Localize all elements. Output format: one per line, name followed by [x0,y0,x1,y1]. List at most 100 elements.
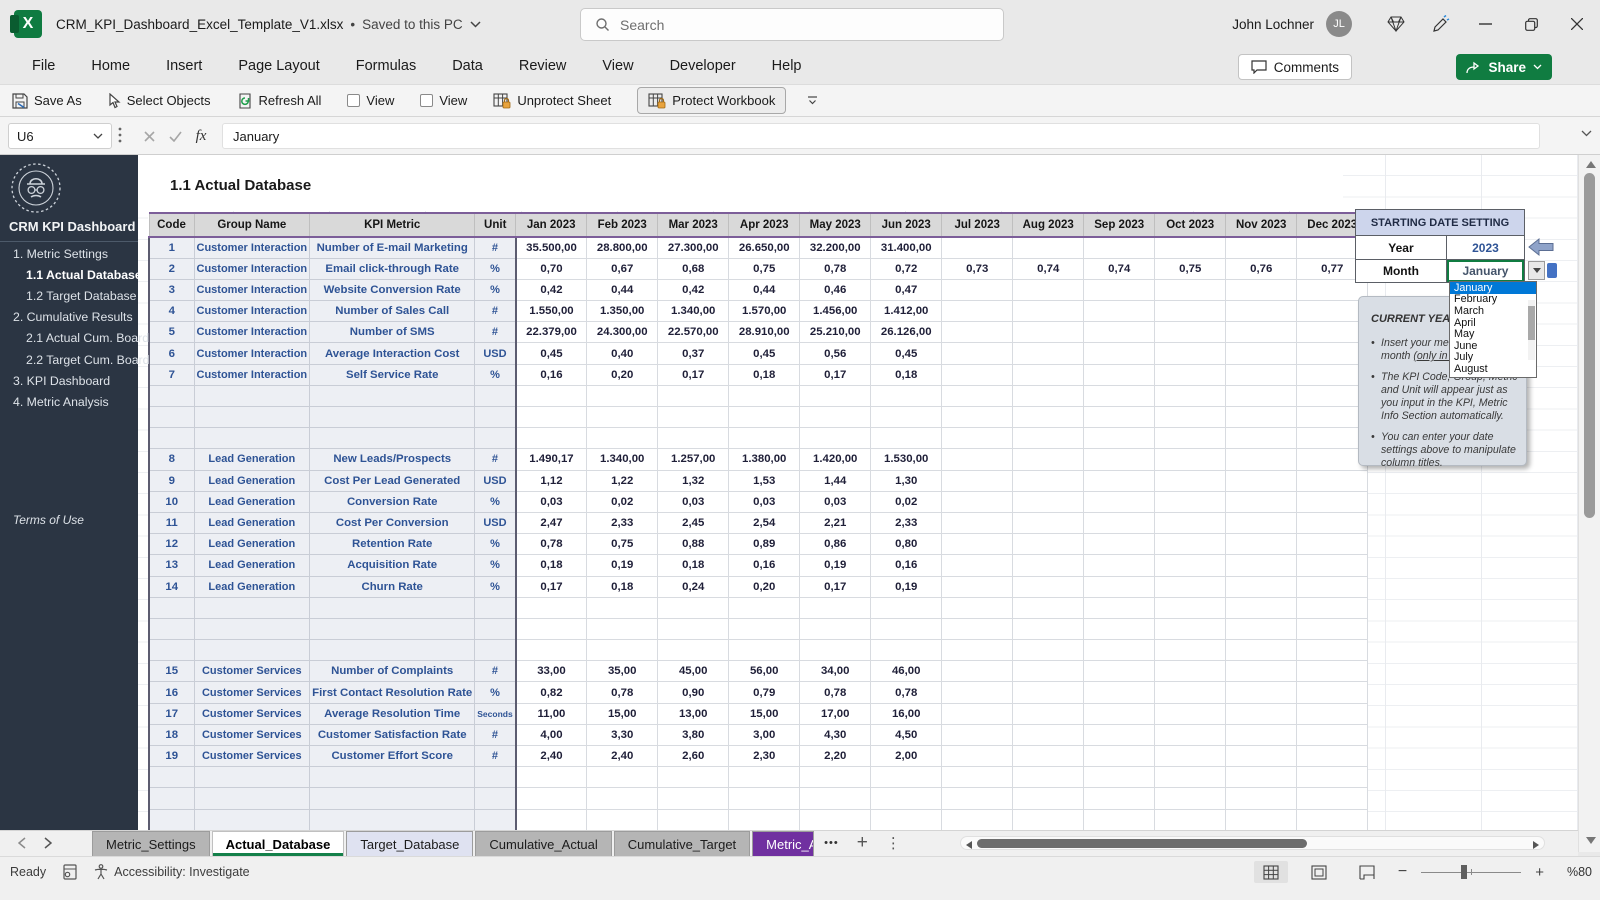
value-cell[interactable]: 0,18 [657,554,730,577]
unit-cell[interactable]: # [474,236,517,259]
value-cell[interactable] [1154,236,1227,259]
editor-pen-icon[interactable] [1418,0,1462,48]
empty-cell[interactable] [657,639,730,662]
empty-cell[interactable] [728,787,801,810]
empty-cell[interactable] [799,808,872,831]
sheet-nav-right-icon[interactable] [44,837,52,849]
column-header[interactable]: Mar 2023 [657,212,730,238]
empty-cell[interactable] [309,596,476,619]
empty-cell[interactable] [586,617,659,641]
value-cell[interactable] [1012,342,1085,365]
value-cell[interactable]: 22.570,00 [657,321,730,344]
value-cell[interactable] [1083,533,1156,556]
value-cell[interactable]: 0,47 [870,278,943,302]
value-cell[interactable]: 11,00 [514,702,588,725]
value-cell[interactable] [1012,300,1085,323]
empty-cell[interactable] [1083,427,1156,450]
unit-cell[interactable]: # [474,660,517,683]
empty-cell[interactable] [474,766,517,789]
value-cell[interactable]: 28.800,00 [586,236,659,259]
value-cell[interactable]: 13,00 [657,702,730,725]
empty-cell[interactable] [941,384,1014,408]
sidebar-item-2-cumulative-results[interactable]: 2. Cumulative Results [0,307,138,328]
empty-cell[interactable] [474,427,517,450]
group-name-cell[interactable]: Customer Interaction [193,321,311,344]
empty-cell[interactable] [148,405,195,429]
empty-cell[interactable] [1083,766,1156,789]
save-status-chevron-icon[interactable] [470,20,481,28]
empty-cell[interactable] [1225,787,1298,810]
terms-of-use-link[interactable]: Terms of Use [13,513,84,527]
value-cell[interactable]: 17,00 [799,702,872,725]
value-cell[interactable]: 0,19 [870,575,943,598]
value-cell[interactable]: 1.380,00 [728,448,801,471]
unit-cell[interactable]: Seconds [474,702,517,725]
value-cell[interactable] [1154,723,1227,747]
value-cell[interactable]: 1.570,00 [728,300,801,323]
dropdown-scrollbar-thumb[interactable] [1528,306,1535,340]
dropdown-option-july[interactable]: July [1450,351,1536,363]
value-cell[interactable]: 0,20 [728,575,801,598]
empty-cell[interactable] [941,639,1014,662]
value-cell[interactable]: 0,79 [728,681,801,704]
value-cell[interactable]: 0,02 [870,490,943,513]
dropdown-option-january[interactable]: January [1450,282,1536,294]
code-cell[interactable]: 7 [148,363,195,386]
kpi-metric-cell[interactable]: First Contact Resolution Rate [309,681,476,704]
empty-cell[interactable] [657,384,730,408]
empty-cell[interactable] [657,405,730,429]
empty-cell[interactable] [1083,639,1156,662]
kpi-metric-cell[interactable]: Average Interaction Cost [309,342,476,365]
value-cell[interactable] [1225,575,1298,598]
unit-cell[interactable]: USD [474,342,517,365]
value-cell[interactable] [1012,236,1085,259]
empty-cell[interactable] [941,427,1014,450]
value-cell[interactable] [1225,511,1298,535]
empty-cell[interactable] [474,384,517,408]
group-name-cell[interactable]: Customer Interaction [193,363,311,386]
code-cell[interactable]: 2 [148,257,195,280]
empty-cell[interactable] [870,787,943,810]
protect-workbook-button[interactable]: Protect Workbook [637,87,787,114]
value-cell[interactable] [941,702,1014,725]
empty-cell[interactable] [193,766,311,789]
kpi-metric-cell[interactable]: Customer Satisfaction Rate [309,723,476,747]
sidebar-item-2-2-target-cum-board[interactable]: 2.2 Target Cum. Board [0,349,150,370]
empty-cell[interactable] [309,808,476,831]
column-header[interactable]: Nov 2023 [1225,212,1298,238]
value-cell[interactable]: 2,54 [728,511,801,535]
column-header[interactable]: Aug 2023 [1012,212,1085,238]
value-cell[interactable]: 0,44 [586,278,659,302]
excel-app-icon[interactable]: X [10,10,42,38]
value-cell[interactable]: 1,30 [870,469,943,492]
empty-cell[interactable] [1225,405,1298,429]
column-header[interactable]: Code [148,212,195,238]
empty-cell[interactable] [148,596,195,619]
value-cell[interactable] [941,342,1014,365]
value-cell[interactable] [1296,533,1369,556]
empty-cell[interactable] [728,427,801,450]
empty-cell[interactable] [586,787,659,810]
dropdown-option-february[interactable]: February [1450,293,1536,305]
value-cell[interactable]: 34,00 [799,660,872,683]
value-cell[interactable]: 1.550,00 [514,300,588,323]
menu-tab-help[interactable]: Help [754,48,820,84]
empty-cell[interactable] [799,617,872,641]
code-cell[interactable]: 15 [148,660,195,683]
kpi-metric-cell[interactable]: Customer Effort Score [309,744,476,768]
restore-button[interactable] [1508,0,1554,48]
value-cell[interactable] [1154,321,1227,344]
toolbar-overflow-icon[interactable] [806,95,819,106]
empty-cell[interactable] [148,639,195,662]
value-cell[interactable]: 33,00 [514,660,588,683]
kpi-metric-cell[interactable]: Conversion Rate [309,490,476,513]
unit-cell[interactable]: # [474,300,517,323]
empty-cell[interactable] [657,596,730,619]
column-header[interactable]: Feb 2023 [586,212,659,238]
empty-cell[interactable] [870,384,943,408]
value-cell[interactable] [1225,448,1298,471]
value-cell[interactable]: 1,32 [657,469,730,492]
code-cell[interactable]: 14 [148,575,195,598]
unit-cell[interactable]: % [474,681,517,704]
empty-cell[interactable] [1225,808,1298,831]
